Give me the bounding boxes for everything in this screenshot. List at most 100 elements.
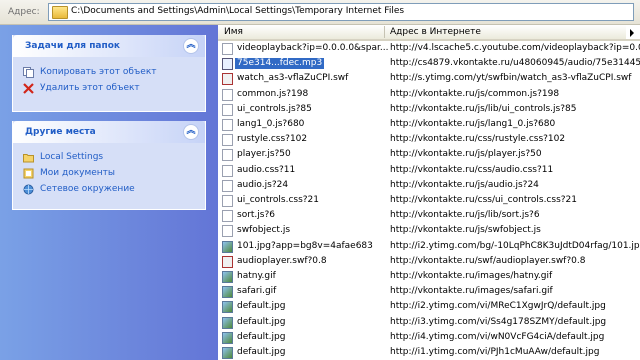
file-name[interactable]: audioplayer.swf?0.8 [237, 256, 327, 267]
table-row[interactable]: 75e314...fdec.mp3 http://cs4879.vkontakte… [218, 56, 640, 71]
file-list[interactable]: Имя Адрес в Интернете videoplayback?ip=0… [218, 25, 640, 360]
copy-icon [23, 66, 34, 78]
folder-tasks-title: Задачи для папок [25, 41, 121, 51]
table-row[interactable]: ui_controls.js?85 http://vkontakte.ru/js/… [218, 102, 640, 117]
address-path[interactable]: C:\Documents and Settings\Admin\Local Se… [71, 6, 404, 16]
file-url: http://vkontakte.ru/js/player.js?50 [390, 149, 542, 160]
table-row[interactable]: default.jpg http://i3.ytimg.com/vi/Ss4g17… [218, 315, 640, 330]
scroll-right-icon[interactable] [626, 25, 640, 39]
address-label: Адрес: [8, 7, 40, 17]
folder-tasks-header[interactable]: Задачи для папок ︽ [13, 35, 205, 57]
table-row[interactable]: player.js?50 http://vkontakte.ru/js/playe… [218, 147, 640, 162]
file-img-icon [222, 240, 233, 253]
file-file-icon [222, 119, 233, 131]
file-url: http://vkontakte.ru/js/audio.js?24 [390, 179, 539, 190]
file-name[interactable]: lang1_0.js?680 [237, 119, 304, 130]
file-url: http://vkontakte.ru/js/common.js?198 [390, 88, 560, 99]
task-delete[interactable]: Удалить этот объект [23, 81, 140, 95]
table-row[interactable]: audio.css?11 http://vkontakte.ru/css/audi… [218, 163, 640, 178]
file-file-icon [222, 88, 233, 101]
file-img-icon [222, 316, 233, 329]
documents-icon [23, 168, 34, 179]
file-file-icon [222, 210, 233, 223]
column-name[interactable]: Имя [224, 27, 243, 37]
other-places-header[interactable]: Другие места ︽ [13, 121, 205, 143]
table-row[interactable]: default.jpg http://i4.ytimg.com/vi/wN0VcF… [218, 330, 640, 345]
file-name[interactable]: default.jpg [237, 332, 285, 343]
file-name[interactable]: common.js?198 [237, 89, 308, 100]
collapse-chevron-icon[interactable]: ︽ [183, 38, 199, 54]
table-row[interactable]: lang1_0.js?680 http://vkontakte.ru/js/lan… [218, 117, 640, 132]
table-row[interactable]: watch_as3-vflaZuCPI.swf http://s.ytimg.co… [218, 71, 640, 86]
file-name[interactable]: sort.js?6 [237, 210, 275, 221]
file-url: http://vkontakte.ru/js/lib/sort.js?6 [390, 210, 540, 221]
place-local-settings[interactable]: Local Settings [23, 150, 103, 164]
other-places-panel: Другие места ︽ Local Settings Мои докуме… [12, 121, 206, 210]
other-places-title: Другие места [25, 127, 96, 137]
file-name[interactable]: ui_controls.css?21 [237, 195, 319, 206]
file-name[interactable]: 101.jpg?app=bg8v=4afae683 [237, 241, 373, 252]
file-name[interactable]: default.jpg [237, 317, 285, 328]
file-swf-icon [222, 73, 233, 86]
file-url: http://vkontakte.ru/css/ui_controls.css?… [390, 195, 577, 205]
file-img-icon [222, 301, 233, 314]
file-img-icon [222, 347, 233, 359]
file-url: http://vkontakte.ru/images/hatny.gif [390, 271, 553, 281]
file-name[interactable]: watch_as3-vflaZuCPI.swf [237, 73, 348, 84]
file-name[interactable]: rustyle.css?102 [237, 134, 307, 145]
file-name[interactable]: ui_controls.js?85 [237, 104, 312, 115]
table-row[interactable]: ui_controls.css?21 http://vkontakte.ru/cs… [218, 193, 640, 208]
file-name[interactable]: default.jpg [237, 301, 285, 312]
file-url: http://vkontakte.ru/css/rustyle.css?102 [390, 134, 566, 145]
collapse-chevron-icon[interactable]: ︽ [183, 124, 199, 140]
folder-icon [23, 152, 34, 163]
file-url: http://vkontakte.ru/js/lib/ui_controls.j… [390, 103, 577, 114]
address-field[interactable]: C:\Documents and Settings\Admin\Local Se… [48, 3, 634, 21]
file-img-icon [222, 331, 233, 344]
table-row[interactable]: sort.js?6 http://vkontakte.ru/js/lib/sort… [218, 208, 640, 223]
file-url: http://i2.ytimg.com/vi/MReC1XgwJrQ/defau… [390, 301, 606, 312]
file-url: http://vkontakte.ru/js/swfobject.js [390, 225, 541, 236]
table-row[interactable]: audioplayer.swf?0.8 http://vkontakte.ru/s… [218, 254, 640, 269]
table-row[interactable]: default.jpg http://i1.ytimg.com/vi/PJh1cM… [218, 345, 640, 360]
place-my-documents[interactable]: Мои документы [23, 166, 115, 180]
file-url: http://vkontakte.ru/js/lang1_0.js?680 [390, 119, 556, 129]
file-name[interactable]: audio.css?11 [237, 165, 295, 176]
file-url: http://i4.ytimg.com/vi/wN0VcFG4ciA/defau… [390, 331, 605, 342]
file-name[interactable]: 75e314...fdec.mp3 [235, 58, 325, 70]
table-row[interactable]: 101.jpg?app=bg8v=4afae683 http://i2.ytimg… [218, 239, 640, 254]
table-row[interactable]: rustyle.css?102 http://vkontakte.ru/css/r… [218, 132, 640, 147]
file-name[interactable]: videoplayback?ip=0.0.0.0&spar... [237, 43, 388, 54]
table-row[interactable]: safari.gif http://vkontakte.ru/images/saf… [218, 284, 640, 299]
file-img-icon [222, 286, 233, 299]
file-url: http://i2.ytimg.com/bg/-10LqPhC8K3uJdtD0… [390, 240, 640, 251]
file-file-icon [222, 149, 233, 162]
table-row[interactable]: audio.js?24 http://vkontakte.ru/js/audio.… [218, 178, 640, 193]
file-name[interactable]: safari.gif [237, 286, 276, 297]
file-name[interactable]: hatny.gif [237, 271, 276, 282]
column-separator[interactable] [384, 26, 385, 38]
place-network-label: Сетевое окружение [40, 184, 135, 194]
file-name[interactable]: player.js?50 [237, 149, 291, 160]
place-network[interactable]: Сетевое окружение [23, 182, 135, 196]
folder-tasks-panel: Задачи для папок ︽ Копировать этот объек… [12, 35, 206, 112]
table-row[interactable]: videoplayback?ip=0.0.0.0&spar... http://v… [218, 41, 640, 56]
address-bar: Адрес: C:\Documents and Settings\Admin\L… [0, 0, 640, 25]
table-row[interactable]: swfobject.js http://vkontakte.ru/js/swfob… [218, 223, 640, 238]
file-name[interactable]: default.jpg [237, 347, 285, 358]
folder-icon [52, 6, 68, 19]
table-row[interactable]: default.jpg http://i2.ytimg.com/vi/MReC1X… [218, 299, 640, 314]
task-copy[interactable]: Копировать этот объект [23, 65, 157, 79]
file-name[interactable]: swfobject.js [237, 225, 290, 236]
column-url[interactable]: Адрес в Интернете [390, 27, 481, 37]
file-url: http://v4.lscache5.c.youtube.com/videopl… [390, 43, 640, 53]
file-file-icon [222, 225, 233, 238]
delete-icon [23, 82, 34, 94]
file-url: http://vkontakte.ru/swf/audioplayer.swf?… [390, 255, 586, 266]
table-row[interactable]: common.js?198 http://vkontakte.ru/js/comm… [218, 87, 640, 102]
table-row[interactable]: hatny.gif http://vkontakte.ru/images/hatn… [218, 269, 640, 284]
file-name[interactable]: audio.js?24 [237, 180, 288, 191]
file-url: http://vkontakte.ru/css/audio.css?11 [390, 164, 554, 175]
task-pane: Задачи для папок ︽ Копировать этот объек… [0, 25, 218, 360]
file-file-icon [222, 164, 233, 177]
